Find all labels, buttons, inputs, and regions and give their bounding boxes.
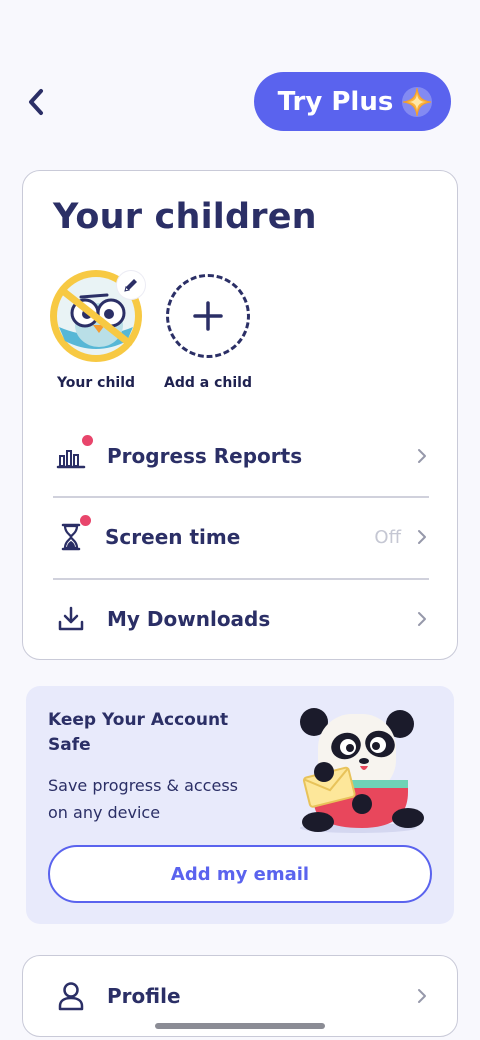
chevron-right-icon — [415, 988, 429, 1004]
try-plus-label: Try Plus — [277, 86, 394, 117]
menu-progress-reports[interactable]: Progress Reports — [53, 416, 429, 496]
menu-label: Screen time — [105, 525, 241, 549]
menu-screen-time[interactable]: Screen time Off — [53, 497, 429, 577]
menu-label: Progress Reports — [107, 444, 303, 468]
edit-avatar-button[interactable] — [117, 271, 145, 299]
add-child-button[interactable]: Add a child — [161, 269, 255, 391]
chevron-right-icon — [415, 611, 429, 627]
children-title: Your children — [53, 197, 317, 237]
home-indicator[interactable] — [155, 1023, 325, 1029]
children-card: Your children Your child Add a child Pro… — [22, 170, 458, 660]
sparkle-icon — [402, 86, 433, 117]
chevron-left-icon — [29, 89, 43, 115]
plus-icon — [193, 301, 223, 331]
account-safe-card: Keep Your Account Safe Save progress & a… — [26, 686, 454, 924]
notification-dot — [82, 435, 93, 446]
hourglass-icon — [53, 515, 91, 555]
add-email-button[interactable]: Add my email — [48, 845, 432, 903]
download-icon — [53, 601, 89, 637]
child-your-child[interactable]: Your child — [49, 269, 145, 391]
screen-time-status: Off — [374, 526, 401, 548]
menu-label: My Downloads — [107, 607, 271, 631]
parent-dashboard-screen: Try Plus Your children Your child Add a … — [0, 0, 480, 1040]
account-safe-title: Keep Your Account Safe — [48, 710, 229, 755]
notification-dot — [80, 515, 91, 526]
try-plus-button[interactable]: Try Plus — [254, 72, 451, 131]
menu-my-downloads[interactable]: My Downloads — [53, 579, 429, 659]
add-child-label: Add a child — [164, 375, 252, 391]
account-safe-description: Save progress & access on any device — [48, 776, 238, 822]
menu-label: Profile — [107, 984, 181, 1008]
panda-illustration — [300, 708, 424, 833]
avatar[interactable] — [49, 269, 145, 363]
bar-chart-icon — [53, 435, 93, 474]
chevron-right-icon — [415, 448, 429, 464]
add-child-circle[interactable] — [166, 274, 250, 358]
pencil-icon — [124, 279, 137, 292]
child-name-label: Your child — [56, 375, 136, 391]
person-icon — [53, 978, 89, 1014]
back-button[interactable] — [18, 82, 54, 122]
chevron-right-icon — [415, 529, 429, 545]
